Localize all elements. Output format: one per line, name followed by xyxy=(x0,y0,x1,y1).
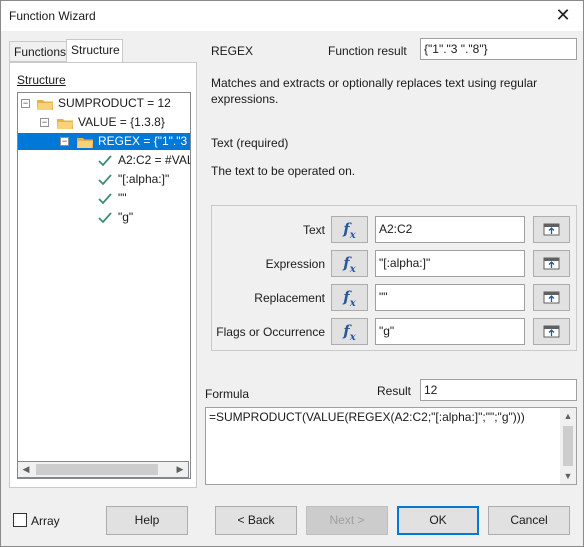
check-icon xyxy=(98,174,112,186)
collapse-icon[interactable]: − xyxy=(40,118,49,127)
ok-button[interactable]: OK xyxy=(397,506,479,535)
collapse-icon[interactable]: − xyxy=(60,137,69,146)
formula-vertical-scrollbar[interactable]: ▲ ▼ xyxy=(560,408,576,484)
function-description: Matches and extracts or optionally repla… xyxy=(211,76,538,106)
arg-label-replacement: Replacement xyxy=(254,291,325,305)
function-wizard-dialog: Function Wizard ✕ Functions Structure St… xyxy=(0,0,584,547)
shrink-icon[interactable] xyxy=(533,318,570,345)
shrink-icon[interactable] xyxy=(533,284,570,311)
tab-functions[interactable]: Functions xyxy=(9,41,67,62)
folder-icon xyxy=(57,119,73,129)
structure-tree[interactable]: − SUMPRODUCT = 12 − VALUE = {1.3.8} − RE… xyxy=(17,92,191,479)
arg-input-flags[interactable]: "g" xyxy=(375,318,525,345)
check-icon xyxy=(98,155,112,167)
array-checkbox[interactable] xyxy=(13,513,27,527)
tree-item-value[interactable]: − VALUE = {1.3.8} xyxy=(18,114,188,131)
arg-label-expression: Expression xyxy=(265,257,325,271)
tree-item-label: SUMPRODUCT = 12 xyxy=(58,96,171,110)
tree-item-arg[interactable]: A2:C2 = #VAL xyxy=(18,152,191,169)
scrollbar-thumb[interactable] xyxy=(36,464,158,475)
formula-label: Formula xyxy=(205,387,250,401)
fx-icon[interactable]: fx xyxy=(331,284,368,311)
tree-item-label: "" xyxy=(118,191,127,205)
tree-item-label: REGEX = {"1"."3 " xyxy=(98,134,191,148)
function-result-label: Function result xyxy=(328,44,407,58)
tree-item-arg[interactable]: "" xyxy=(18,190,188,207)
tree-item-sumproduct[interactable]: − SUMPRODUCT = 12 xyxy=(18,95,188,112)
chevron-left-icon[interactable]: ◀ xyxy=(18,462,34,477)
tab-structure[interactable]: Structure xyxy=(66,39,123,63)
tree-item-arg[interactable]: "[:alpha:]" xyxy=(18,171,188,188)
arg-input-text[interactable]: A2:C2 xyxy=(375,216,525,243)
arg-label-flags: Flags or Occurrence xyxy=(216,325,325,339)
chevron-up-icon[interactable]: ▲ xyxy=(560,408,576,424)
check-icon xyxy=(98,212,112,224)
fx-icon[interactable]: fx xyxy=(331,318,368,345)
array-label: Array xyxy=(31,514,60,528)
argument-name: Text (required) xyxy=(211,136,289,150)
tab-functions-label: Functions xyxy=(14,45,67,59)
title-bar: Function Wizard ✕ xyxy=(1,1,583,31)
formula-editor[interactable]: =SUMPRODUCT(VALUE(REGEX(A2:C2;"[:alpha:]… xyxy=(205,407,577,485)
tab-structure-label: Structure xyxy=(71,43,120,57)
array-checkbox-row[interactable]: Array xyxy=(13,513,60,528)
collapse-icon[interactable]: − xyxy=(21,99,30,108)
arg-input-replacement[interactable]: "" xyxy=(375,284,525,311)
argument-description: The text to be operated on. xyxy=(211,164,356,178)
tree-item-label: "[:alpha:]" xyxy=(118,172,170,186)
shrink-icon[interactable] xyxy=(533,216,570,243)
fx-icon[interactable]: fx xyxy=(331,216,368,243)
close-icon[interactable]: ✕ xyxy=(553,5,573,25)
next-button[interactable]: Next > xyxy=(306,506,388,535)
scrollbar-thumb[interactable] xyxy=(563,426,573,466)
tree-item-label: A2:C2 = #VAL xyxy=(118,153,191,167)
tree-item-label: "g" xyxy=(118,210,134,224)
formula-text: =SUMPRODUCT(VALUE(REGEX(A2:C2;"[:alpha:]… xyxy=(209,410,525,424)
folder-icon xyxy=(37,100,53,110)
cancel-button[interactable]: Cancel xyxy=(488,506,570,535)
fx-icon[interactable]: fx xyxy=(331,250,368,277)
tree-item-label: VALUE = {1.3.8} xyxy=(78,115,165,129)
window-title: Function Wizard xyxy=(9,9,96,23)
structure-label: Structure xyxy=(17,73,66,87)
shrink-icon[interactable] xyxy=(533,250,570,277)
chevron-down-icon[interactable]: ▼ xyxy=(560,468,576,484)
function-name: REGEX xyxy=(211,44,254,58)
arg-label-text: Text xyxy=(302,223,325,237)
tree-item-regex[interactable]: − REGEX = {"1"."3 " xyxy=(18,133,190,150)
arg-input-expression[interactable]: "[:alpha:]" xyxy=(375,250,525,277)
check-icon xyxy=(98,193,112,205)
folder-icon xyxy=(77,138,93,148)
tree-horizontal-scrollbar[interactable]: ◀ ▶ xyxy=(17,461,189,478)
help-button[interactable]: Help xyxy=(106,506,188,535)
function-result-field[interactable]: {"1"."3 "."8"} xyxy=(420,38,577,60)
result-label: Result xyxy=(377,384,412,398)
chevron-right-icon[interactable]: ▶ xyxy=(172,462,188,477)
result-field[interactable]: 12 xyxy=(420,379,577,401)
tree-item-arg[interactable]: "g" xyxy=(18,209,188,226)
back-button[interactable]: < Back xyxy=(215,506,297,535)
